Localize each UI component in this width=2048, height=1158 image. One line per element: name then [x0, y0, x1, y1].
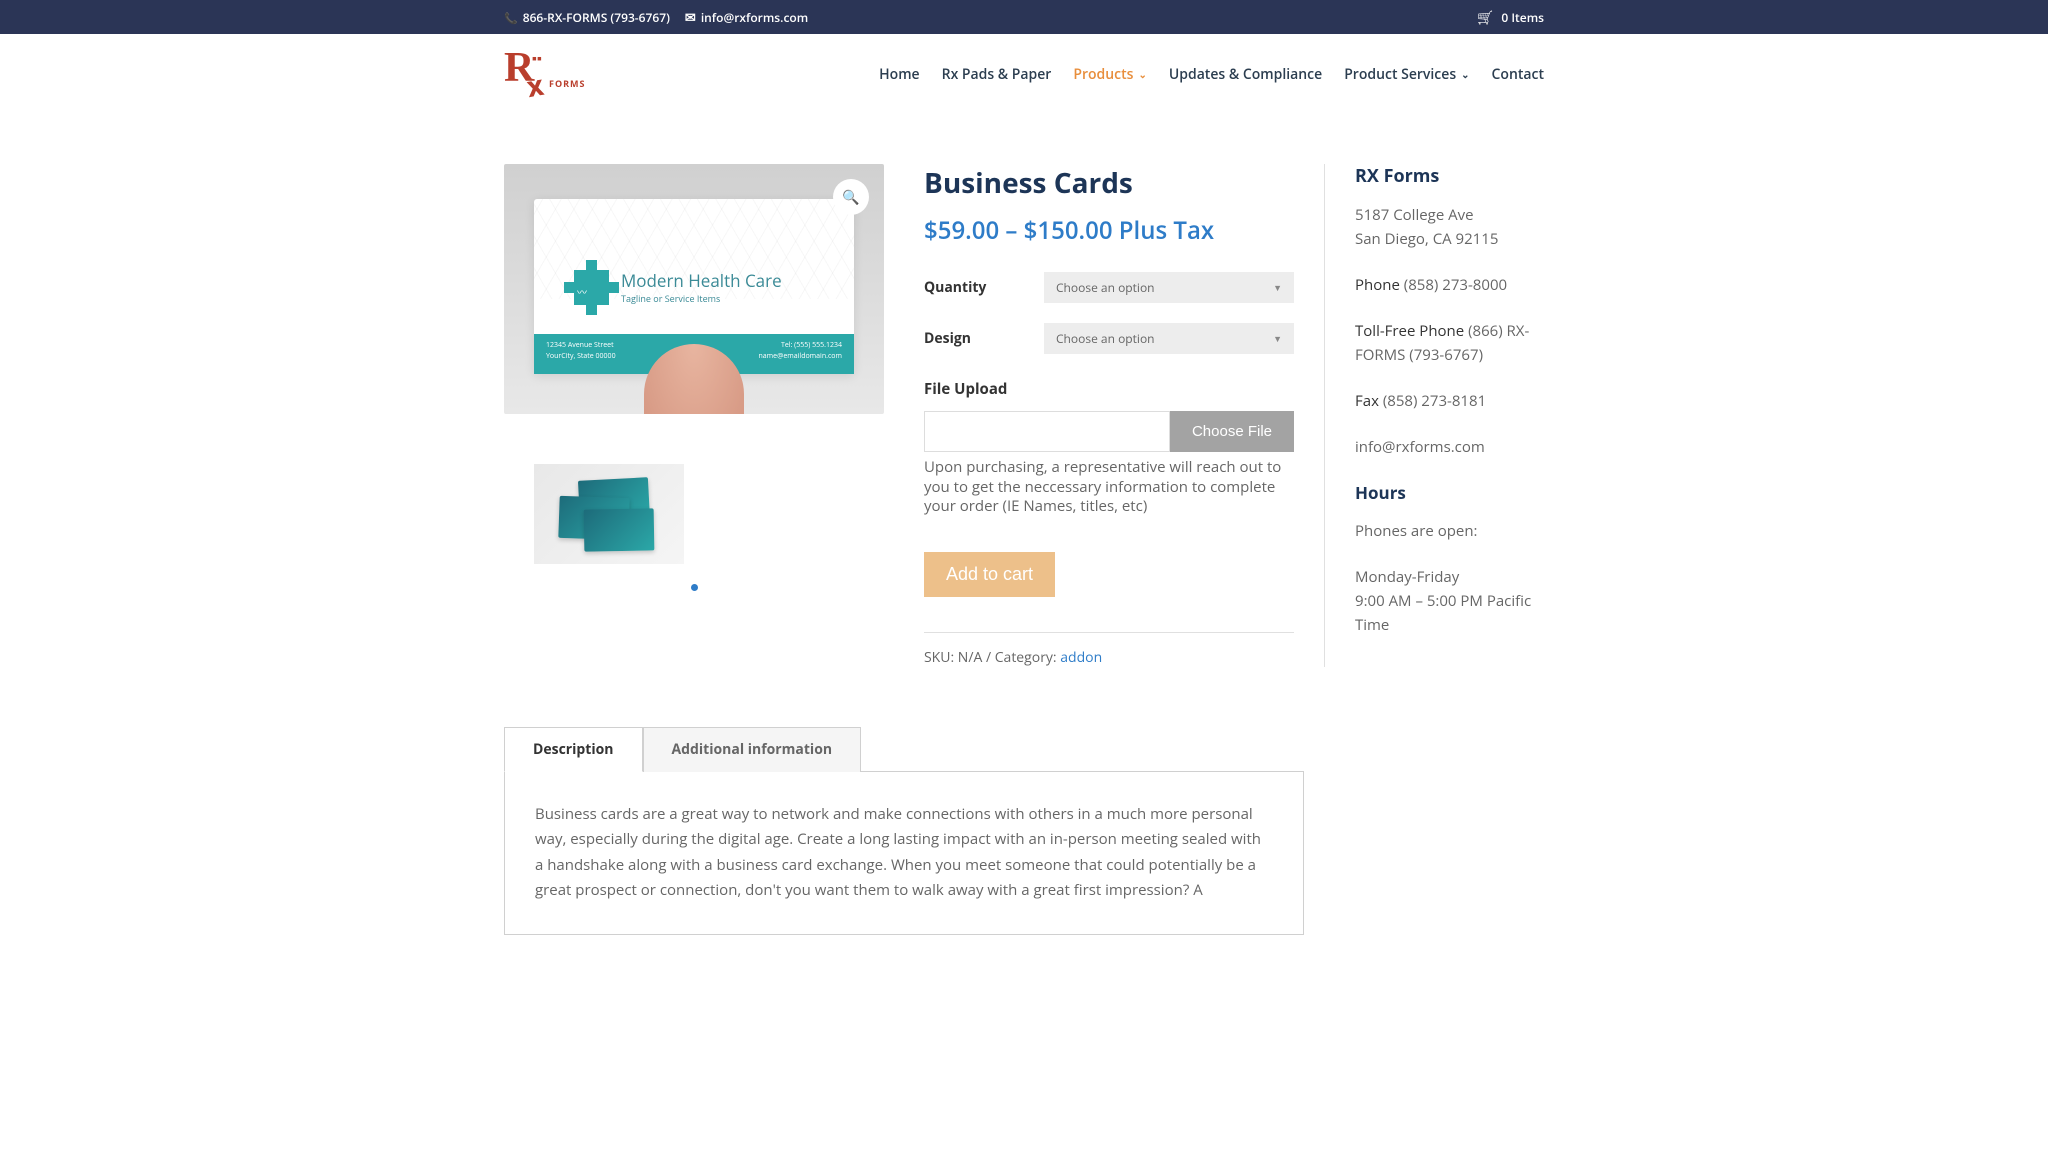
address-line-2: San Diego, CA 92115	[1355, 227, 1544, 251]
tab-description[interactable]: Description	[504, 727, 643, 772]
top-bar: 866-RX-FORMS (793-6767) info@rxforms.com…	[0, 0, 2048, 34]
quantity-label: Quantity	[924, 278, 1044, 297]
sidebar-email[interactable]: info@rxforms.com	[1355, 437, 1485, 457]
design-label: Design	[924, 329, 1044, 348]
cart-icon	[1477, 8, 1493, 26]
hours-time: 9:00 AM – 5:00 PM Pacific Time	[1355, 589, 1544, 637]
main-header: R ▪▪ x FORMS Home Rx Pads & Paper Produc…	[0, 34, 2048, 114]
product-title: Business Cards	[924, 164, 1294, 202]
email-text: info@rxforms.com	[701, 9, 808, 26]
phone-icon	[504, 9, 518, 26]
cart-link[interactable]: 0 Items	[1477, 8, 1544, 26]
tollfree-label: Toll-Free Phone	[1355, 321, 1468, 341]
file-upload-label: File Upload	[924, 379, 1294, 399]
add-to-cart-button[interactable]: Add to cart	[924, 552, 1055, 597]
main-nav: Home Rx Pads & Paper Products⌄ Updates &…	[879, 65, 1544, 84]
chevron-down-icon: ▼	[1273, 332, 1282, 345]
nav-contact[interactable]: Contact	[1492, 65, 1544, 84]
nav-product-services[interactable]: Product Services⌄	[1344, 65, 1469, 84]
chevron-down-icon: ⌄	[1138, 67, 1146, 81]
hours-days: Monday-Friday	[1355, 565, 1544, 589]
product-meta: SKU: N/A / Category: addon	[924, 648, 1294, 667]
category-link[interactable]: addon	[1060, 648, 1102, 667]
nav-home[interactable]: Home	[879, 65, 920, 84]
cart-count: 0 Items	[1501, 9, 1544, 26]
file-upload-note: Upon purchasing, a representative will r…	[924, 458, 1294, 517]
phone-label: Phone	[1355, 275, 1404, 295]
chevron-down-icon: ▼	[1273, 281, 1282, 294]
tab-additional-info[interactable]: Additional information	[643, 727, 862, 772]
fax-value: (858) 273-8181	[1383, 391, 1486, 411]
pagination-dot[interactable]	[691, 584, 698, 591]
search-icon: 🔍	[842, 188, 859, 207]
site-logo[interactable]: R ▪▪ x FORMS	[504, 49, 599, 99]
nav-updates[interactable]: Updates & Compliance	[1169, 65, 1322, 84]
nav-products[interactable]: Products⌄	[1073, 65, 1147, 84]
hours-title: Hours	[1355, 481, 1544, 504]
divider	[924, 632, 1294, 633]
address-line-1: 5187 College Ave	[1355, 203, 1544, 227]
zoom-button[interactable]: 🔍	[833, 179, 869, 215]
email-contact[interactable]: info@rxforms.com	[685, 8, 808, 26]
phone-value: (858) 273-8000	[1404, 275, 1507, 295]
tab-content: Business cards are a great way to networ…	[504, 772, 1304, 935]
file-upload-input[interactable]	[924, 411, 1170, 452]
design-select[interactable]: Choose an option ▼	[1044, 323, 1294, 354]
hours-label: Phones are open:	[1355, 519, 1544, 543]
quantity-select[interactable]: Choose an option ▼	[1044, 272, 1294, 303]
nav-rx-pads[interactable]: Rx Pads & Paper	[942, 65, 1052, 84]
fax-label: Fax	[1355, 391, 1383, 411]
product-image[interactable]: 🔍 〰 Modern Health Care Tagline or Servic…	[504, 164, 884, 414]
choose-file-button[interactable]: Choose File	[1170, 411, 1294, 452]
phone-contact[interactable]: 866-RX-FORMS (793-6767)	[504, 9, 670, 26]
phone-text: 866-RX-FORMS (793-6767)	[523, 9, 670, 26]
product-thumbnail[interactable]	[534, 464, 684, 564]
chevron-down-icon: ⌄	[1461, 67, 1469, 81]
mail-icon	[685, 8, 696, 26]
product-price: $59.00 – $150.00 Plus Tax	[924, 214, 1294, 247]
product-tabs: Description Additional information	[504, 727, 1304, 772]
sidebar-title: RX Forms	[1355, 164, 1544, 188]
sidebar: RX Forms 5187 College Ave San Diego, CA …	[1324, 164, 1544, 667]
